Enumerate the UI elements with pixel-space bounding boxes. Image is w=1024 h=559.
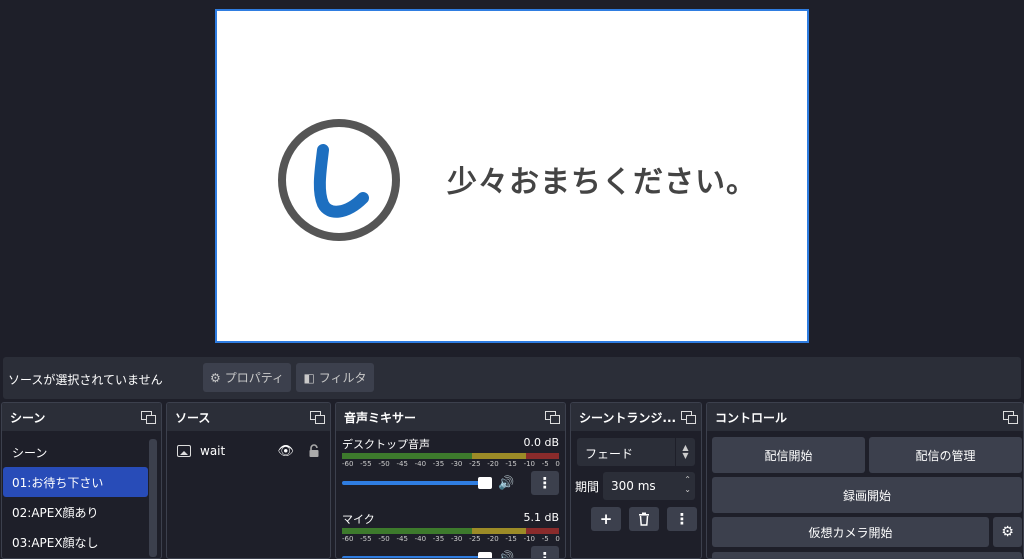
volume-slider-knob[interactable] [478, 552, 493, 558]
start-streaming-button[interactable]: 配信開始 [712, 437, 865, 473]
scenes-scrollbar[interactable] [149, 439, 157, 557]
transition-menu-button[interactable]: ⋮ [667, 507, 697, 531]
duration-spinbox[interactable]: 300 ms ⌃ ⌄ [603, 472, 695, 500]
preview-area: 少々おまちください。 [0, 0, 1024, 354]
scene-item[interactable]: 03:APEX顔なし [3, 527, 148, 557]
channel-name: マイク [342, 513, 375, 526]
duration-value: 300 ms [611, 479, 656, 493]
volume-meter [342, 453, 559, 459]
undock-icon[interactable] [681, 411, 696, 424]
no-source-selected-label: ソースが選択されていません [8, 373, 163, 387]
speaker-icon[interactable]: 🔊 [498, 476, 519, 491]
scene-item[interactable]: 02:APEX顔あり [3, 497, 148, 527]
spin-arrows-icon[interactable]: ⌃ ⌄ [684, 475, 691, 495]
controls-dock: コントロール 配信開始 配信の管理 録画開始 仮想カメラ開始 ⚙ [706, 402, 1024, 559]
sources-dock-title: ソース [175, 410, 211, 425]
add-transition-button[interactable]: + [591, 507, 621, 531]
volume-slider[interactable] [342, 477, 493, 489]
audio-mixer-dock: 音声ミキサー デスクトップ音声 0.0 dB -60 -55 -50 -45 -40 -3… [335, 402, 566, 559]
undock-icon[interactable] [545, 411, 560, 424]
source-context-bar: ソースが選択されていません ⚙ プロパティ ◧ フィルタ [3, 357, 1021, 399]
volume-slider-knob[interactable] [478, 477, 493, 489]
filter-icon: ◧ [303, 370, 315, 385]
meter-ticks: -60 -55 -50 -45 -40 -35 -30 -25 -20 -15 -10 -5 0 [342, 535, 560, 543]
scene-list: シーン 01:お待ち下さい 02:APEX顔あり 03:APEX顔なし [2, 431, 161, 557]
filters-button[interactable]: ◧ フィルタ [296, 363, 374, 392]
start-recording-button[interactable]: 録画開始 [712, 477, 1022, 513]
source-item[interactable]: wait 👁 [167, 435, 330, 467]
lock-icon[interactable] [308, 444, 320, 458]
scene-item-selected[interactable]: 01:お待ち下さい [3, 467, 148, 497]
scene-item[interactable]: シーン [3, 437, 148, 467]
scenes-dock-header: シーン [2, 403, 161, 431]
undock-icon[interactable] [141, 411, 156, 424]
transitions-dock-title: シーントランジ... [579, 410, 677, 425]
transition-buttons: + ⋮ [591, 507, 701, 531]
mixer-dock-header: 音声ミキサー [336, 403, 565, 431]
duration-label: 期間 [575, 479, 600, 494]
transition-select[interactable]: フェード ▲ ▼ [577, 438, 695, 466]
channel-name: デスクトップ音声 [342, 438, 430, 451]
gear-icon: ⚙ [1001, 524, 1014, 540]
eye-icon[interactable]: 👁 [277, 444, 294, 459]
sources-dock-header: ソース [167, 403, 330, 431]
channel-level: 0.0 dB [523, 436, 559, 449]
filters-label: フィルタ [318, 371, 367, 385]
properties-button[interactable]: ⚙ プロパティ [203, 363, 291, 392]
controls-dock-title: コントロール [715, 410, 788, 425]
image-icon [177, 445, 191, 457]
undock-icon[interactable] [1003, 411, 1018, 424]
gear-icon: ⚙ [209, 370, 221, 385]
trash-icon[interactable] [629, 507, 659, 531]
mixer-dock-title: 音声ミキサー [344, 410, 417, 425]
source-name: wait [200, 444, 226, 458]
meter-ticks: -60 -55 -50 -45 -40 -35 -30 -25 -20 -15 -10 -5 0 [342, 460, 560, 468]
channel-menu-button[interactable]: ⋮ [530, 471, 559, 495]
preview-canvas[interactable]: 少々おまちください。 [215, 9, 809, 343]
wait-message: 少々おまちください。 [447, 165, 757, 200]
scenes-dock: シーン シーン 01:お待ち下さい 02:APEX顔あり 03:APEX顔なし [1, 402, 162, 559]
chevron-updown-icon: ▲ ▼ [675, 438, 695, 466]
manage-broadcast-button[interactable]: 配信の管理 [869, 437, 1022, 473]
mixer-channel-desktop: デスクトップ音声 0.0 dB -60 -55 -50 -45 -40 -35 -30 -25… [336, 436, 565, 506]
volume-meter [342, 528, 559, 534]
channel-menu-button[interactable]: ⋮ [530, 546, 559, 558]
duration-row: 期間 300 ms ⌃ ⌄ [575, 472, 695, 500]
virtual-camera-settings-button[interactable]: ⚙ [993, 517, 1022, 547]
obs-window: 少々おまちください。 ソースが選択されていません ⚙ プロパティ ◧ フィルタ … [0, 0, 1024, 559]
controls-dock-header: コントロール [707, 403, 1023, 431]
next-control-button[interactable] [712, 552, 1022, 558]
start-virtual-camera-button[interactable]: 仮想カメラ開始 [712, 517, 989, 547]
scenes-dock-title: シーン [10, 410, 46, 425]
properties-label: プロパティ [224, 371, 285, 385]
channel-level: 5.1 dB [523, 511, 559, 524]
sources-dock: ソース wait 👁 [166, 402, 331, 559]
shiori-logo-icon [278, 119, 400, 241]
transitions-dock-header: シーントランジ... [571, 403, 701, 431]
scene-transitions-dock: シーントランジ... フェード ▲ ▼ 期間 300 ms ⌃ ⌄ + ⋮ [570, 402, 702, 559]
transition-select-value: フェード [585, 447, 634, 461]
speaker-icon[interactable]: 🔊 [498, 551, 519, 559]
mixer-channel-mic: マイク 5.1 dB -60 -55 -50 -45 -40 -35 -30 -25 -20 -1… [336, 511, 565, 559]
undock-icon[interactable] [310, 411, 325, 424]
